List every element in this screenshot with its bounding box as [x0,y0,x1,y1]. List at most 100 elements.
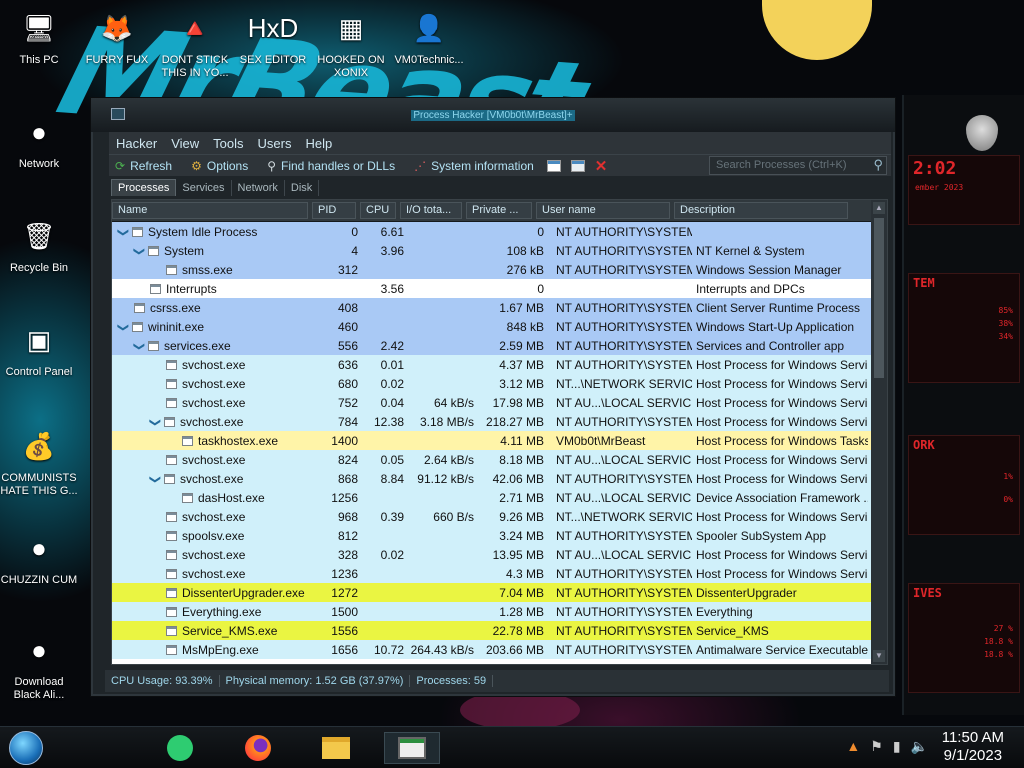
column-io-total[interactable]: I/O tota... [400,202,462,219]
expand-chevron-icon[interactable]: ❯ [117,227,130,238]
table-row[interactable]: svchost.exe 752 0.04 64 kB/s 17.98 MB NT AU..… [112,393,872,412]
desktop-icon-communists[interactable]: 💰 COMMUNISTS HATE THIS G... [0,424,78,498]
process-window-icon [166,530,177,541]
desktop-icon-vm0technic[interactable]: 👤 VM0Technic... [390,6,468,67]
search-icon[interactable]: ⚲ [873,157,883,173]
table-row[interactable]: spoolsv.exe 812 3.24 MB NT AUTHORITY\SYSTEM… [112,526,872,545]
column-pid[interactable]: PID [312,202,356,219]
process-window-icon [166,587,177,598]
scroll-up-arrow-icon[interactable]: ▲ [873,202,885,214]
taskbar-process-hacker-icon[interactable] [384,732,440,764]
column-private[interactable]: Private ... [466,202,532,219]
flag-icon[interactable]: ⚑ [870,738,883,755]
tab-network[interactable]: Network [232,180,285,196]
scroll-thumb[interactable] [874,218,884,378]
table-row[interactable]: ❯ svchost.exe 784 12.38 3.18 MB/s 218.27 MB NT… [112,412,872,431]
desktop-icon-label: SEX EDITOR [239,54,307,66]
alien-logo-icon [966,115,998,151]
menu-view[interactable]: View [164,136,206,151]
expand-chevron-icon[interactable]: ❯ [117,322,130,333]
table-row[interactable]: Interrupts 3.56 0 Interrupts and DPCs [112,279,872,298]
tray-app-icon[interactable]: ▲ [846,738,860,755]
process-name-cell: DissenterUpgrader.exe [112,586,305,600]
binoculars-icon: ⚲ [267,158,277,173]
expand-chevron-icon[interactable]: ❯ [133,246,146,257]
tab-disk[interactable]: Disk [285,180,320,196]
desktop-icon-sex-editor[interactable]: HxD SEX EDITOR [234,6,312,67]
desktop-icon-network[interactable]: ● Network [0,110,78,171]
table-row[interactable]: ❯ System Idle Process 0 6.61 0 NT AUTHORITY\S… [112,222,872,241]
desktop-icon-hooked-on-xonix[interactable]: ▦ HOOKED ON XONIX [312,6,390,80]
process-user-cell: NT AUTHORITY\SYSTEM [556,262,692,277]
network-icon[interactable]: ▮ [893,738,901,755]
process-pid-cell: 408 [337,300,358,315]
table-row[interactable]: DissenterUpgrader.exe 1272 7.04 MB NT AUTHO… [112,583,872,602]
column-description[interactable]: Description [674,202,848,219]
column-name[interactable]: Name [112,202,308,219]
desktop-icon-download-black-ali[interactable]: ● Download Black Ali... [0,628,78,702]
table-row[interactable]: svchost.exe 680 0.02 3.12 MB NT...\NETWORK S… [112,374,872,393]
title-bar[interactable]: Process Hacker [VM0b0t\MrBeast]+ [91,98,895,132]
desktop-icon-chuzzin-cum[interactable]: ● CHUZZIN CUM [0,526,78,587]
desktop-icon-furry-fux[interactable]: 🦊 FURRY FUX [78,6,156,67]
system-information-button[interactable]: ⋰ System information [408,159,534,173]
expand-chevron-icon[interactable]: ❯ [149,474,162,485]
table-row[interactable]: svchost.exe 328 0.02 13.95 MB NT AU...\LOCAL… [112,545,872,564]
find-window-icon[interactable] [570,159,585,172]
close-x-icon[interactable]: ✕ [595,157,608,175]
table-row[interactable]: ❯ System 4 3.96 108 kB NT AUTHORITY\SYSTEM NT … [112,241,872,260]
desktop-icon-control-panel[interactable]: ▣ Control Panel [0,318,78,379]
menu-hacker[interactable]: Hacker [109,136,164,151]
table-row[interactable]: Everything.exe 1500 1.28 MB NT AUTHORITY\SY… [112,602,872,621]
menu-users[interactable]: Users [251,136,299,151]
table-row[interactable]: svchost.exe 636 0.01 4.37 MB NT AUTHORITY\SY… [112,355,872,374]
column-cpu[interactable]: CPU [360,202,396,219]
process-user-cell: NT AU...\LOCAL SERVICE [556,547,692,562]
taskbar-clock[interactable]: 11:50 AM 9/1/2023 [942,729,1004,765]
table-row[interactable]: ❯ svchost.exe 868 8.84 91.12 kB/s 42.06 MB NT … [112,469,872,488]
table-row[interactable]: svchost.exe 1236 4.3 MB NT AUTHORITY\SYSTEM… [112,564,872,583]
process-io-cell: 264.43 kB/s [410,642,474,657]
table-row[interactable]: svchost.exe 824 0.05 2.64 kB/s 8.18 MB NT AU.… [112,450,872,469]
desktop-icon-dont-stick[interactable]: 🔺 DONT STICK THIS IN YO... [156,6,234,80]
process-name-text: svchost.exe [180,471,244,486]
vertical-scrollbar[interactable]: ▲ ▼ [871,200,887,664]
expand-chevron-icon[interactable]: ❯ [133,341,146,352]
volume-icon[interactable]: 🔈 [911,738,928,755]
tab-services[interactable]: Services [176,180,232,196]
status-cpu-usage: CPU Usage: 93.39% [105,675,220,687]
process-name-cell: spoolsv.exe [112,529,244,543]
process-window-icon [134,302,145,313]
refresh-button[interactable]: ⟳ Refresh [109,159,172,173]
table-row[interactable]: csrss.exe 408 1.67 MB NT AUTHORITY\SYSTEM Cl… [112,298,872,317]
table-row[interactable]: ❯ services.exe 556 2.42 2.59 MB NT AUTHORITY\… [112,336,872,355]
tab-processes[interactable]: Processes [111,179,177,196]
process-user-cell: NT AU...\LOCAL SERVICE [556,395,692,410]
column-user-name[interactable]: User name [536,202,670,219]
table-row[interactable]: smss.exe 312 276 kB NT AUTHORITY\SYSTEM Wind… [112,260,872,279]
table-row[interactable]: taskhostex.exe 1400 4.11 MB VM0b0t\MrBeast H… [112,431,872,450]
table-row[interactable]: ❯ wininit.exe 460 848 kB NT AUTHORITY\SYSTEM… [112,317,872,336]
process-name-text: DissenterUpgrader.exe [182,585,305,600]
table-row[interactable]: MsMpEng.exe 1656 10.72 264.43 kB/s 203.66 MB… [112,640,872,659]
taskbar-app-green-chat-icon[interactable] [158,732,202,764]
start-button[interactable] [9,731,43,765]
taskbar-firefox-icon[interactable] [236,732,280,764]
process-window-icon [148,245,159,256]
table-row[interactable]: svchost.exe 968 0.39 660 B/s 9.26 MB NT...\NE… [112,507,872,526]
process-pid-cell: 1500 [331,604,358,619]
table-row[interactable]: Service_KMS.exe 1556 22.78 MB NT AUTHORITY\… [112,621,872,640]
desktop-icon-this-pc[interactable]: 🖥 This PC [0,6,78,67]
window-icon[interactable] [546,159,561,172]
search-input[interactable]: Search Processes (Ctrl+K) ⚲ [709,156,887,175]
menu-help[interactable]: Help [298,136,339,151]
find-handles-button[interactable]: ⚲ Find handles or DLLs [261,159,395,173]
table-row[interactable]: dasHost.exe 1256 2.71 MB NT AU...\LOCAL SER… [112,488,872,507]
taskbar-file-explorer-icon[interactable] [314,732,358,764]
scroll-down-arrow-icon[interactable]: ▼ [873,650,885,662]
this-pc-icon: 🖥 [22,12,56,43]
expand-chevron-icon[interactable]: ❯ [149,417,162,428]
desktop-icon-recycle-bin[interactable]: 🗑 Recycle Bin [0,214,78,275]
options-button[interactable]: ⚙ Options [185,159,248,173]
menu-tools[interactable]: Tools [206,136,250,151]
